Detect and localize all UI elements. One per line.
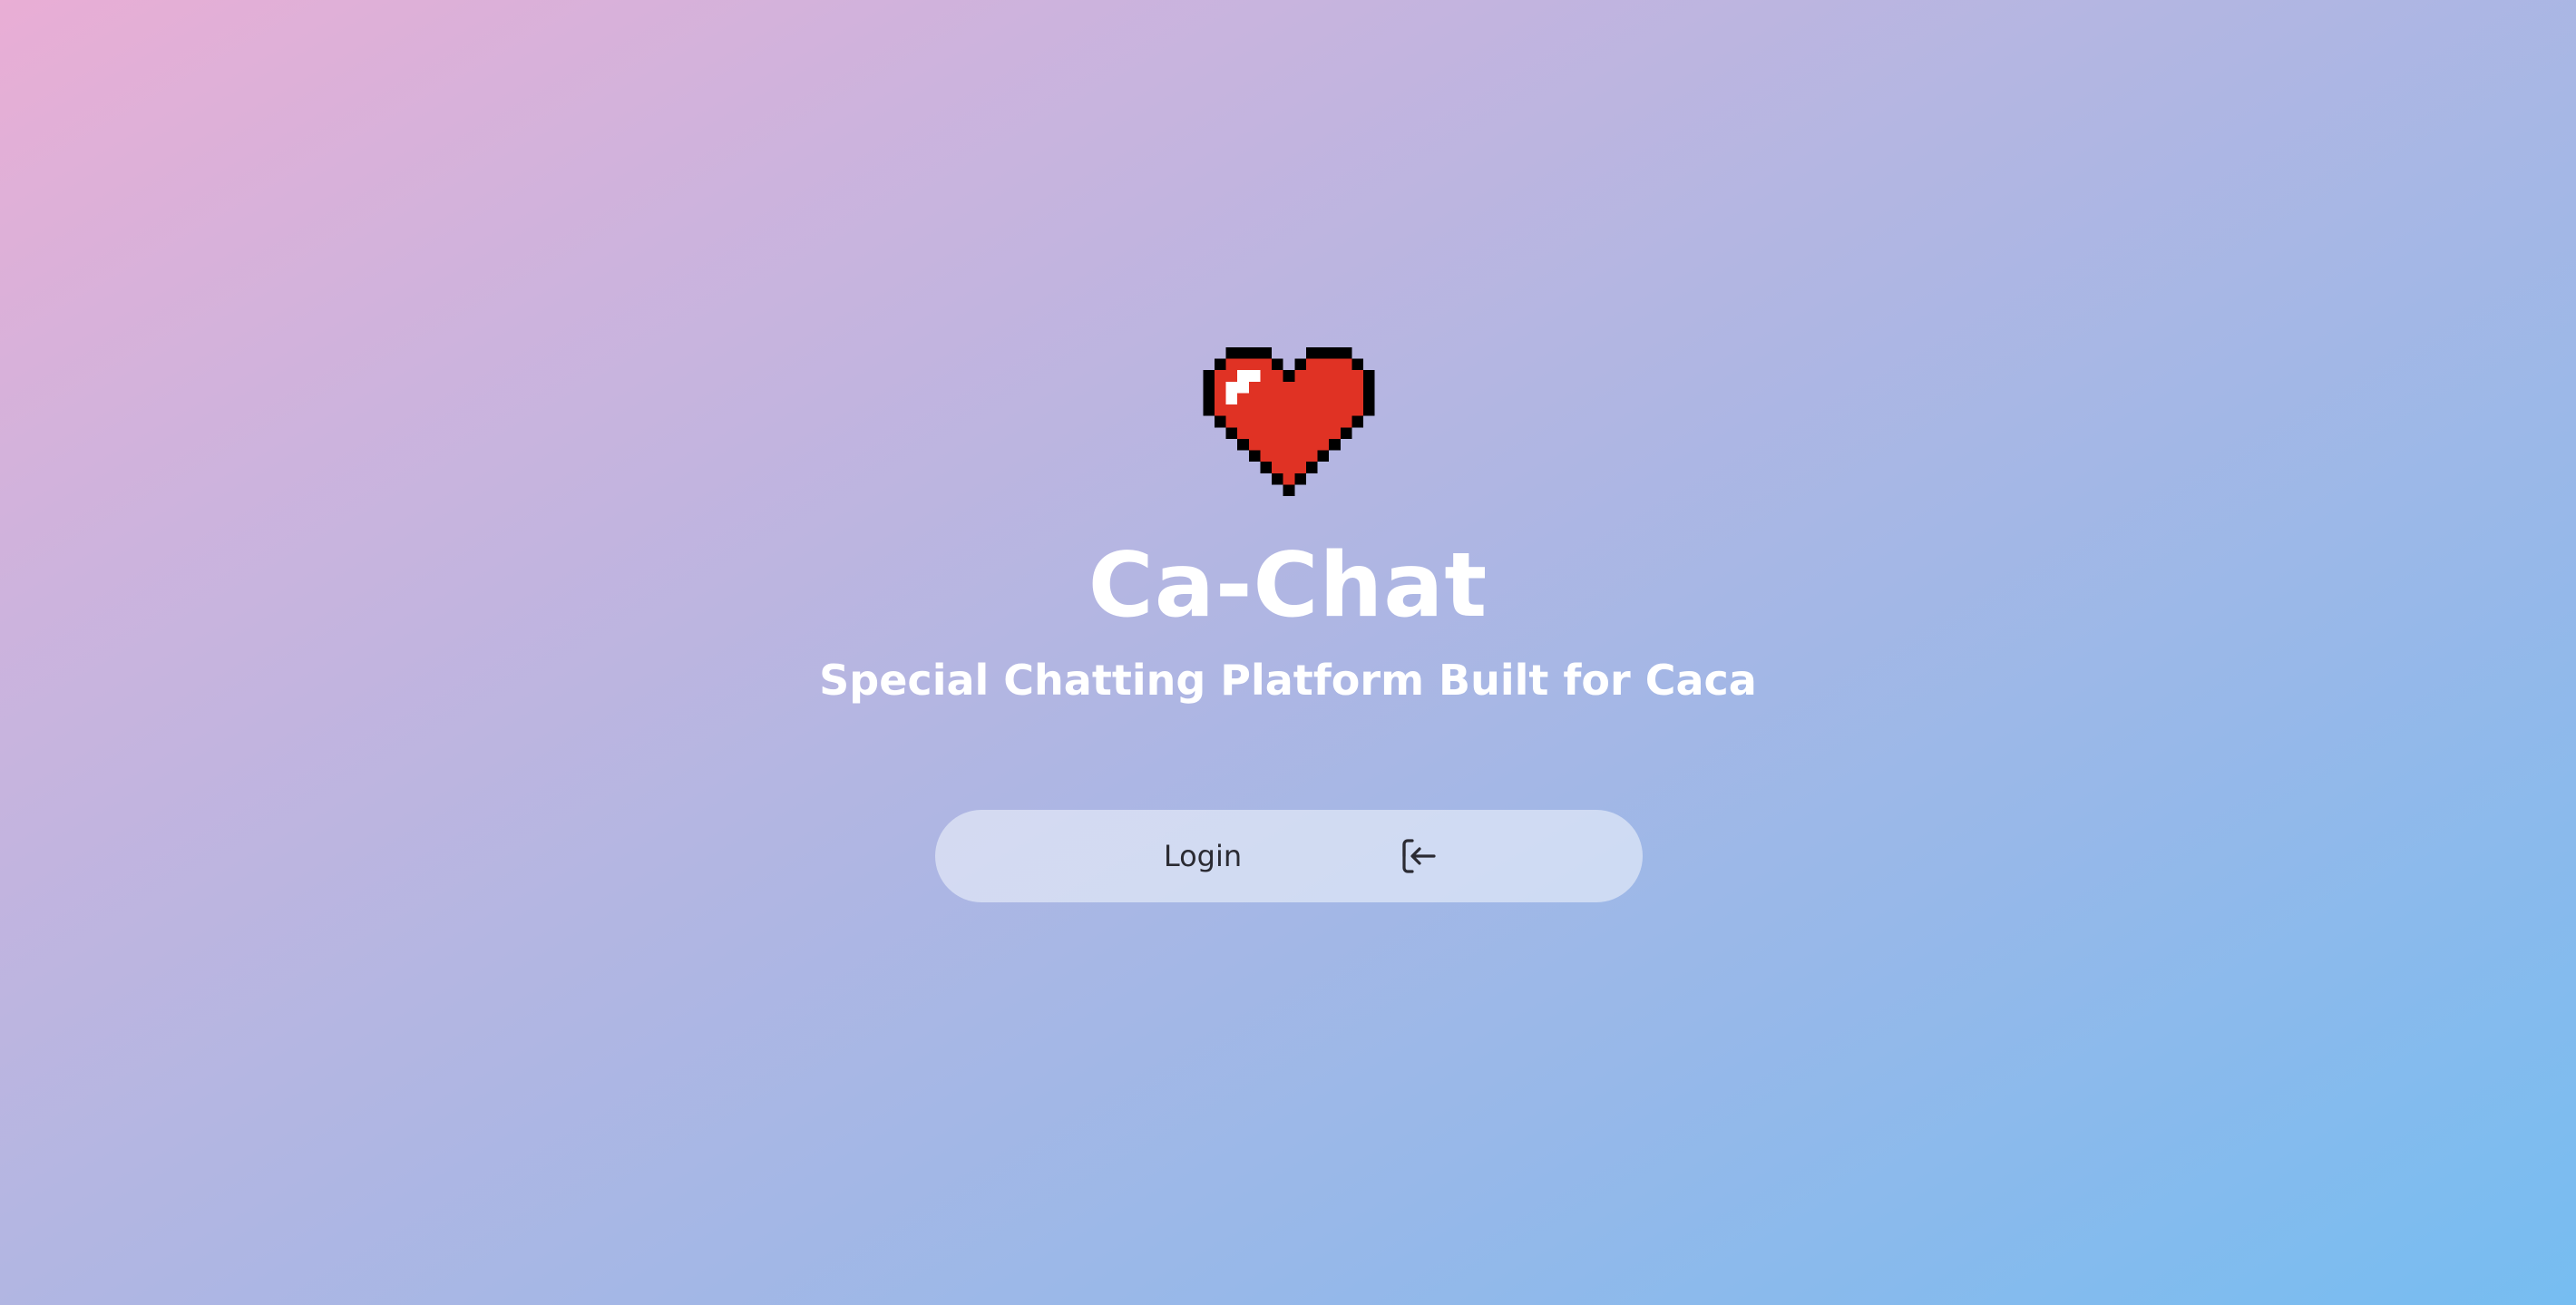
login-button[interactable]: Login <box>935 810 1643 902</box>
app-title: Ca-Chat <box>1088 534 1488 638</box>
app-subtitle: Special Chatting Platform Built for Caca <box>819 656 1757 705</box>
pixel-heart-icon <box>1203 347 1375 496</box>
login-button-label: Login <box>1163 839 1243 873</box>
landing-page: Ca-Chat Special Chatting Platform Built … <box>0 0 2576 1305</box>
login-icon <box>1396 834 1439 878</box>
